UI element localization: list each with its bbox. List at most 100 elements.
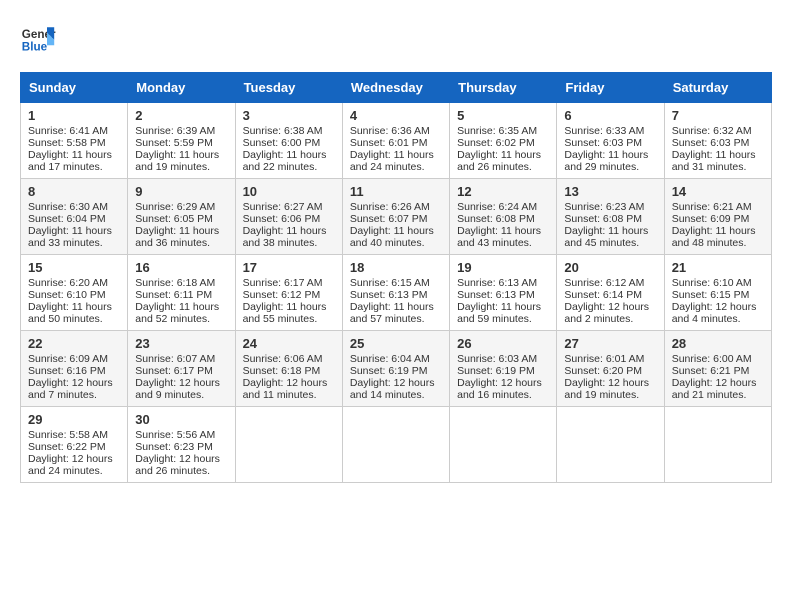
day-info: Sunset: 6:13 PM [350,289,442,301]
day-info: Sunset: 6:02 PM [457,137,549,149]
day-info: Sunrise: 6:03 AM [457,353,549,365]
day-info: Sunset: 6:13 PM [457,289,549,301]
calendar-table: SundayMondayTuesdayWednesdayThursdayFrid… [20,72,772,483]
calendar-cell: 7Sunrise: 6:32 AMSunset: 6:03 PMDaylight… [664,103,771,179]
calendar-cell [664,407,771,483]
calendar-cell: 10Sunrise: 6:27 AMSunset: 6:06 PMDayligh… [235,179,342,255]
day-number: 21 [672,260,764,275]
day-info: Daylight: 11 hours and 57 minutes. [350,301,442,325]
day-info: Daylight: 12 hours and 2 minutes. [564,301,656,325]
weekday-header-row: SundayMondayTuesdayWednesdayThursdayFrid… [21,73,772,103]
calendar-cell: 20Sunrise: 6:12 AMSunset: 6:14 PMDayligh… [557,255,664,331]
calendar-cell: 15Sunrise: 6:20 AMSunset: 6:10 PMDayligh… [21,255,128,331]
day-info: Daylight: 11 hours and 55 minutes. [243,301,335,325]
day-number: 3 [243,108,335,123]
calendar-cell: 3Sunrise: 6:38 AMSunset: 6:00 PMDaylight… [235,103,342,179]
day-info: Sunset: 6:17 PM [135,365,227,377]
day-number: 15 [28,260,120,275]
day-info: Daylight: 12 hours and 9 minutes. [135,377,227,401]
day-info: Daylight: 11 hours and 50 minutes. [28,301,120,325]
day-info: Sunrise: 6:30 AM [28,201,120,213]
day-info: Daylight: 12 hours and 11 minutes. [243,377,335,401]
day-info: Daylight: 11 hours and 45 minutes. [564,225,656,249]
day-info: Sunset: 6:04 PM [28,213,120,225]
day-info: Sunset: 6:19 PM [350,365,442,377]
day-info: Sunrise: 6:00 AM [672,353,764,365]
day-info: Daylight: 11 hours and 33 minutes. [28,225,120,249]
day-info: Sunset: 6:18 PM [243,365,335,377]
day-info: Daylight: 12 hours and 16 minutes. [457,377,549,401]
day-info: Sunrise: 6:36 AM [350,125,442,137]
day-info: Sunset: 6:19 PM [457,365,549,377]
calendar-week-2: 8Sunrise: 6:30 AMSunset: 6:04 PMDaylight… [21,179,772,255]
day-info: Sunrise: 6:26 AM [350,201,442,213]
calendar-cell: 28Sunrise: 6:00 AMSunset: 6:21 PMDayligh… [664,331,771,407]
calendar-cell: 25Sunrise: 6:04 AMSunset: 6:19 PMDayligh… [342,331,449,407]
page-header: General Blue [20,20,772,56]
day-info: Daylight: 11 hours and 48 minutes. [672,225,764,249]
calendar-week-4: 22 Sunrise: 6:09 AMSunset: 6:16 PM Dayligh… [21,331,772,407]
day-info: Sunrise: 6:09 AM [28,353,120,365]
day-info: Daylight: 11 hours and 19 minutes. [135,149,227,173]
weekday-header-monday: Monday [128,73,235,103]
calendar-week-3: 15Sunrise: 6:20 AMSunset: 6:10 PMDayligh… [21,255,772,331]
day-info: Sunset: 6:08 PM [564,213,656,225]
day-info: Sunrise: 6:38 AM [243,125,335,137]
day-number: 5 [457,108,549,123]
calendar-cell: 23 Sunrise: 6:07 AMSunset: 6:17 PMDayligh… [128,331,235,407]
day-info: Daylight: 11 hours and 40 minutes. [350,225,442,249]
day-number: 28 [672,336,764,351]
day-info: Sunrise: 6:13 AM [457,277,549,289]
day-number: 26 [457,336,549,351]
day-info: Sunrise: 6:35 AM [457,125,549,137]
day-info: Sunrise: 6:15 AM [350,277,442,289]
day-info: Daylight: 12 hours and 4 minutes. [672,301,764,325]
day-info: Sunrise: 6:29 AM [135,201,227,213]
calendar-cell: 1Sunrise: 6:41 AMSunset: 5:58 PMDaylight… [21,103,128,179]
calendar-week-5: 29Sunrise: 5:58 AMSunset: 6:22 PMDayligh… [21,407,772,483]
day-info: Sunrise: 6:07 AM [135,353,227,365]
day-number: 22 [28,336,120,351]
calendar-cell: 12Sunrise: 6:24 AMSunset: 6:08 PMDayligh… [450,179,557,255]
calendar-cell [450,407,557,483]
day-info: Sunrise: 5:56 AM [135,429,227,441]
day-info: Sunset: 6:01 PM [350,137,442,149]
day-number: 4 [350,108,442,123]
calendar-cell: 11Sunrise: 6:26 AMSunset: 6:07 PMDayligh… [342,179,449,255]
day-number: 23 [135,336,227,351]
calendar-cell: 24Sunrise: 6:06 AMSunset: 6:18 PMDayligh… [235,331,342,407]
day-info: Sunset: 6:10 PM [28,289,120,301]
day-info: Sunset: 6:11 PM [135,289,227,301]
day-number: 10 [243,184,335,199]
calendar-cell: 5Sunrise: 6:35 AMSunset: 6:02 PMDaylight… [450,103,557,179]
calendar-cell: 27Sunrise: 6:01 AMSunset: 6:20 PMDayligh… [557,331,664,407]
day-number: 30 [135,412,227,427]
day-info: Daylight: 11 hours and 17 minutes. [28,149,120,173]
calendar-cell: 13Sunrise: 6:23 AMSunset: 6:08 PMDayligh… [557,179,664,255]
day-info: Daylight: 11 hours and 59 minutes. [457,301,549,325]
day-number: 7 [672,108,764,123]
day-info: Sunrise: 6:32 AM [672,125,764,137]
day-info: Sunset: 6:03 PM [564,137,656,149]
calendar-cell: 21 Sunrise: 6:10 AMSunset: 6:15 PMDayligh… [664,255,771,331]
day-number: 14 [672,184,764,199]
day-info: Daylight: 11 hours and 36 minutes. [135,225,227,249]
day-number: 24 [243,336,335,351]
day-number: 8 [28,184,120,199]
day-info: Sunrise: 6:01 AM [564,353,656,365]
day-info: Sunset: 6:15 PM [672,289,764,301]
day-info: Sunrise: 6:10 AM [672,277,764,289]
day-number: 2 [135,108,227,123]
logo-icon: General Blue [20,20,56,56]
day-info: Sunrise: 6:12 AM [564,277,656,289]
day-info: Sunrise: 5:58 AM [28,429,120,441]
day-info: Sunset: 6:16 PM [28,365,120,377]
calendar-cell: 14Sunrise: 6:21 AMSunset: 6:09 PMDayligh… [664,179,771,255]
calendar-cell: 16Sunrise: 6:18 AMSunset: 6:11 PMDayligh… [128,255,235,331]
day-info: Daylight: 11 hours and 31 minutes. [672,149,764,173]
day-info: Sunset: 6:09 PM [672,213,764,225]
day-number: 1 [28,108,120,123]
weekday-header-tuesday: Tuesday [235,73,342,103]
day-info: Sunrise: 6:33 AM [564,125,656,137]
calendar-cell [342,407,449,483]
